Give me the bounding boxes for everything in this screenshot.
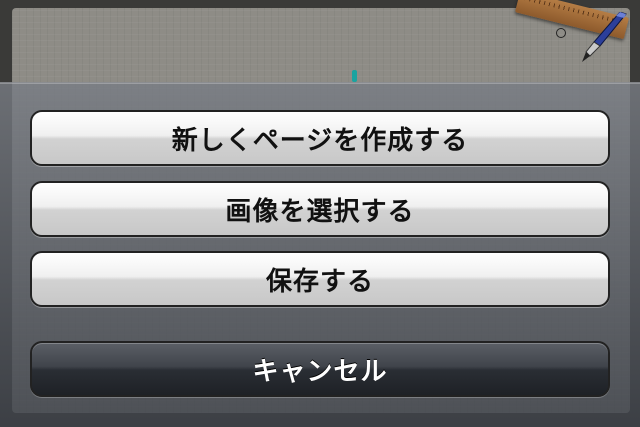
cancel-button[interactable]: キャンセル	[30, 341, 610, 397]
ruler-hole-icon	[556, 28, 566, 38]
save-button[interactable]: 保存する	[30, 251, 610, 307]
create-new-page-button[interactable]: 新しくページを作成する	[30, 110, 610, 166]
action-sheet: 新しくページを作成する 画像を選択する 保存する キャンセル	[0, 82, 640, 427]
app-screen: 新しくページを作成する 画像を選択する 保存する キャンセル	[0, 0, 640, 427]
select-image-button[interactable]: 画像を選択する	[30, 181, 610, 237]
pen-icon	[576, 11, 628, 64]
text-cursor	[352, 70, 357, 82]
